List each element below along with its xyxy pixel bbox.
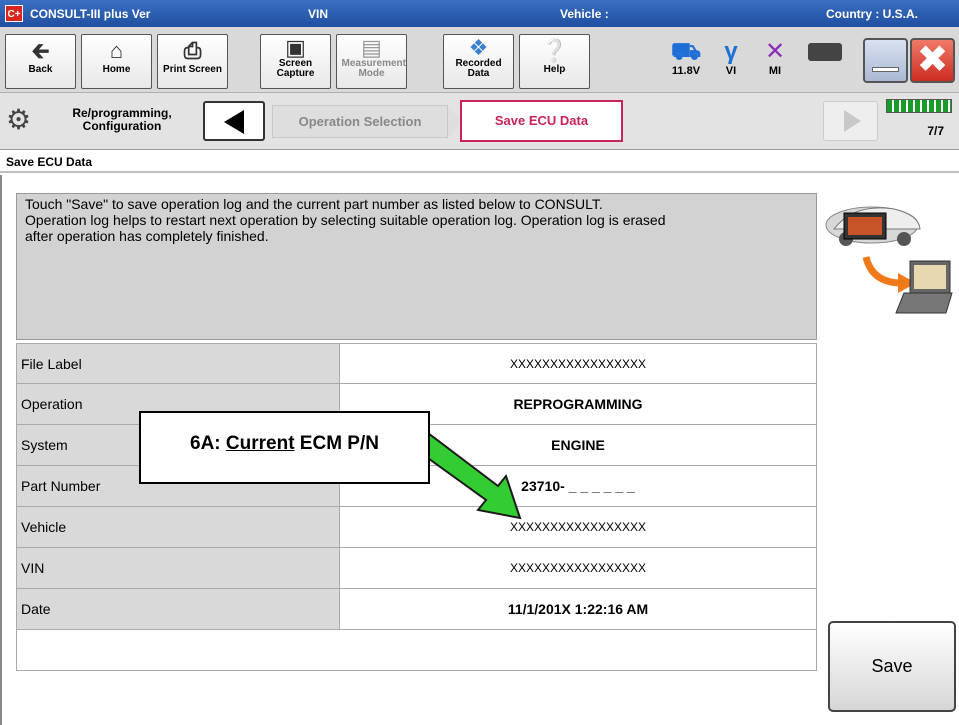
row-label: Date (17, 589, 340, 629)
help-icon: ❔ (540, 38, 569, 63)
mi-status: ✕ MI (760, 38, 790, 78)
save-button[interactable]: Save (828, 621, 956, 712)
camera-icon: ▣ (285, 35, 306, 60)
row-value: XXXXXXXXXXXXXXXXX (340, 344, 816, 383)
print-screen-button[interactable]: ⎙ Print Screen (157, 34, 228, 89)
battery-icon (808, 43, 842, 61)
row-value: 11/1/201X 1:22:16 AM (340, 589, 816, 629)
reprogramming-icon: ⚙ (6, 104, 32, 135)
home-button-label: Home (102, 64, 131, 75)
car-to-laptop-illustration (825, 206, 953, 314)
row-value: XXXXXXXXXXXXXXXXX (340, 548, 816, 588)
recorded-data-button[interactable]: ❖ Recorded Data (443, 34, 514, 89)
progress-bar (886, 99, 952, 113)
home-icon: ⌂ (109, 38, 124, 63)
nav-title: Re/programming, Configuration (72, 106, 172, 133)
help-button-label: Help (543, 64, 566, 75)
annotation-underlined: Current (225, 433, 295, 454)
vin-label: VIN (308, 7, 329, 21)
minimize-button[interactable] (863, 38, 908, 83)
row-label: File Label (17, 344, 340, 383)
printer-icon: ⎙ (183, 38, 202, 63)
navigation-bar: ⚙ Re/programming, Configuration Operatio… (0, 93, 959, 150)
toolbar: 🡰 Back ⌂ Home ⎙ Print Screen ▣ Screen Ca… (0, 27, 959, 93)
close-icon: ✖ (916, 39, 949, 81)
vi-status: γ VI (716, 38, 746, 78)
table-row-date: Date 11/1/201X 1:22:16 AM (16, 589, 817, 630)
title-bar: C+ CONSULT-III plus Ver VIN Vehicle : Co… (0, 0, 959, 27)
car-icon: ⛟ (670, 38, 702, 65)
back-button-label: Back (28, 64, 53, 75)
measurement-icon: ▤ (361, 35, 382, 60)
back-arrow-icon: 🡰 (31, 38, 50, 63)
step-progress: 7/7 (886, 99, 952, 143)
screen-capture-label: Screen Capture (276, 58, 315, 79)
voltage-value: 11.8V (671, 65, 701, 77)
vehicle-label: Vehicle : (560, 7, 609, 21)
step-operation-selection[interactable]: Operation Selection (272, 105, 462, 138)
section-header: Save ECU Data (0, 151, 959, 173)
close-button[interactable]: ✖ (910, 38, 955, 83)
row-label: VIN (17, 548, 340, 588)
screen-capture-button[interactable]: ▣ Screen Capture (260, 34, 331, 89)
measurement-mode-button[interactable]: ▤ Measurement Mode (336, 34, 407, 89)
country-label: Country : U.S.A. (826, 7, 918, 21)
step-save-ecu-data: Save ECU Data (460, 100, 623, 142)
measurement-mode-label: Measurement Mode (341, 58, 406, 79)
home-button[interactable]: ⌂ Home (81, 34, 152, 89)
vi-label: VI (725, 65, 737, 77)
nav-next-button[interactable] (823, 101, 878, 141)
annotation-suffix: ECM P/N (294, 433, 379, 454)
annotation-callout: 6A: Current ECM P/N (139, 411, 430, 484)
app-title: CONSULT-III plus Ver (30, 7, 151, 21)
help-button[interactable]: ❔ Help (519, 34, 590, 89)
app-logo-icon: C+ (5, 5, 23, 22)
battery-status (808, 39, 846, 61)
instruction-text: Touch "Save" to save operation log and t… (16, 193, 817, 340)
table-row-vin: VIN XXXXXXXXXXXXXXXXX (16, 548, 817, 589)
row-label: Vehicle (17, 507, 340, 547)
battery-voltage-status: ⛟ 11.8V (664, 38, 708, 78)
recorded-data-icon: ❖ (468, 35, 489, 60)
minimize-icon (872, 67, 899, 72)
back-button[interactable]: 🡰 Back (5, 34, 76, 89)
table-row-empty (16, 630, 817, 671)
row-value (17, 630, 816, 670)
vi-connection-icon: γ (724, 38, 738, 65)
progress-count: 7/7 (927, 124, 944, 138)
nav-back-button[interactable] (203, 101, 265, 141)
annotation-prefix: 6A: (190, 433, 226, 454)
mi-label: MI (768, 65, 782, 77)
table-row-file-label: File Label XXXXXXXXXXXXXXXXX (16, 343, 817, 384)
print-screen-label: Print Screen (163, 64, 222, 75)
recorded-data-label: Recorded Data (455, 58, 502, 79)
mi-disconnected-icon: ✕ (764, 38, 786, 65)
